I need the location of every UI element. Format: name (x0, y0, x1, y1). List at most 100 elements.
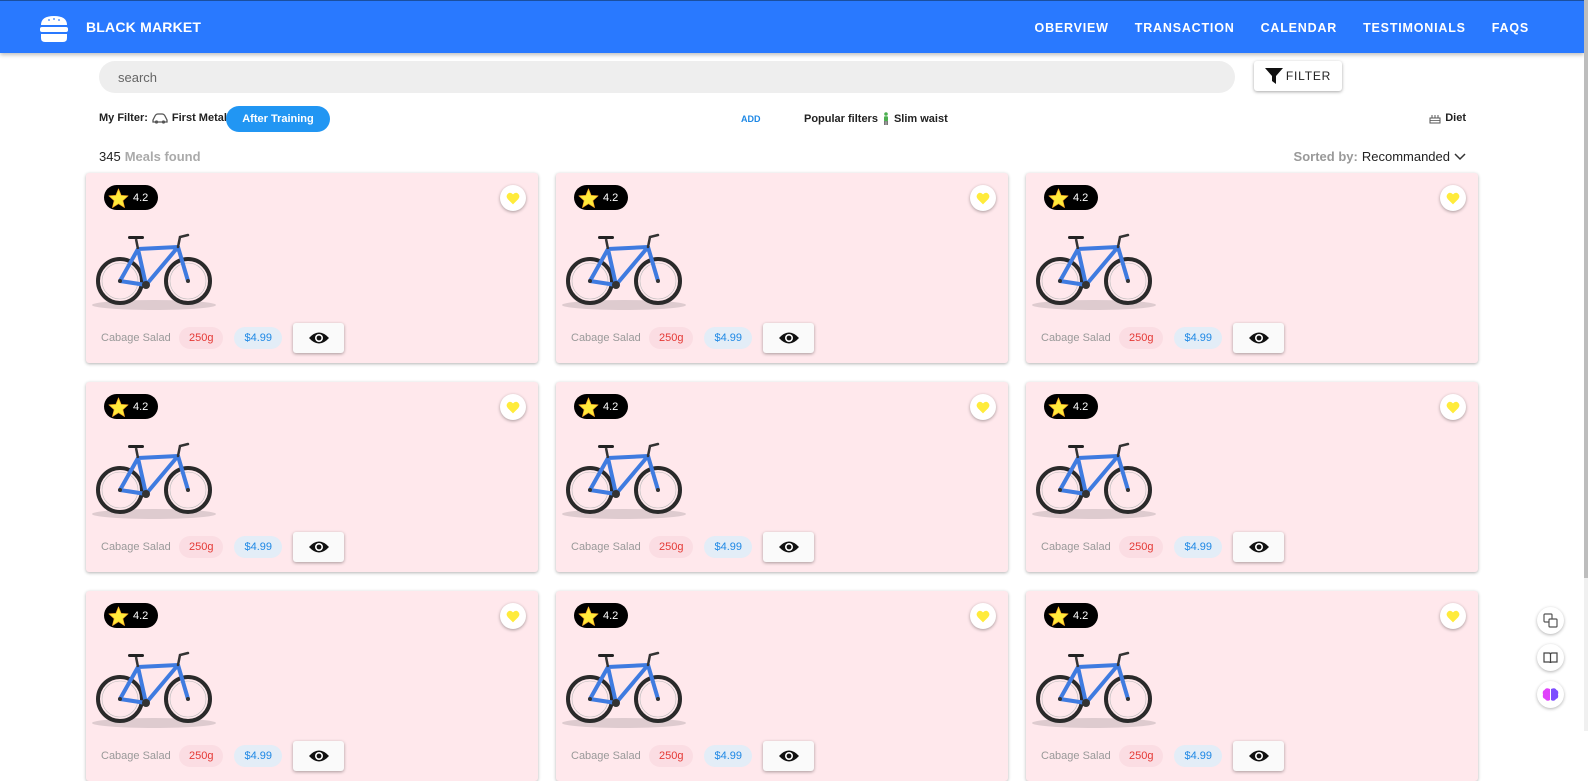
meal-card[interactable]: 4.2 Cabage Salad 250g $4.99 (1026, 382, 1478, 572)
view-button[interactable] (763, 532, 815, 562)
bicycle-image (1032, 233, 1156, 310)
rating-badge: 4.2 (574, 185, 628, 210)
nav-testimonials[interactable]: TESTIMONIALS (1363, 21, 1466, 35)
star-icon (578, 397, 599, 417)
filter-chip-after-training[interactable]: After Training (226, 106, 330, 132)
card-footer: Cabage Salad 250g $4.99 (101, 323, 345, 353)
card-footer: Cabage Salad 250g $4.99 (101, 532, 345, 562)
favorite-button[interactable] (500, 603, 526, 629)
card-footer: Cabage Salad 250g $4.99 (571, 323, 815, 353)
filter-chip-slim-waist[interactable]: Slim waist (894, 113, 948, 125)
reader-button[interactable] (1537, 644, 1564, 671)
card-footer: Cabage Salad 250g $4.99 (1041, 323, 1285, 353)
burger-icon[interactable] (38, 14, 70, 44)
rating-value: 4.2 (133, 400, 149, 413)
nav-faqs[interactable]: FAQS (1492, 21, 1529, 35)
rating-badge: 4.2 (104, 394, 158, 419)
favorite-button[interactable] (500, 185, 526, 211)
results-bar: 345 Meals found Sorted by: Recommanded (99, 149, 1466, 164)
scrollbar-thumb[interactable] (1584, 0, 1588, 578)
brand-title[interactable]: BLACK MARKET (86, 19, 201, 35)
results-count: 345 (99, 149, 121, 164)
heart-icon (1446, 401, 1460, 413)
weight-tag: 250g (179, 327, 224, 349)
brain-icon (1542, 688, 1559, 701)
view-button[interactable] (763, 741, 815, 771)
meal-card[interactable]: 4.2 Cabage Salad 250g $4.99 (556, 173, 1008, 363)
meal-name: Cabage Salad (101, 750, 171, 762)
meal-name: Cabage Salad (101, 332, 171, 344)
view-button[interactable] (293, 741, 345, 771)
meal-card[interactable]: 4.2 Cabage Salad 250g $4.99 (86, 173, 538, 363)
meal-name: Cabage Salad (571, 541, 641, 553)
filter-chip-first-metal[interactable]: First Metal (172, 112, 227, 124)
filter-chip-diet[interactable]: Diet (1429, 112, 1466, 124)
rating-value: 4.2 (133, 191, 149, 204)
card-footer: Cabage Salad 250g $4.99 (571, 532, 815, 562)
nav-calendar[interactable]: CALENDAR (1261, 21, 1338, 35)
bicycle-image (1032, 442, 1156, 519)
nav-transaction[interactable]: TRANSACTION (1135, 21, 1235, 35)
heart-icon (506, 192, 520, 204)
translate-button[interactable] (1537, 607, 1564, 634)
eye-icon (1248, 750, 1269, 762)
price-tag: $4.99 (1174, 536, 1223, 558)
popular-filters-label: Popular filters (804, 112, 878, 125)
add-filter-link[interactable]: ADD (741, 114, 761, 124)
view-button[interactable] (293, 532, 345, 562)
favorite-button[interactable] (970, 185, 996, 211)
favorite-button[interactable] (970, 603, 996, 629)
card-footer: Cabage Salad 250g $4.99 (101, 741, 345, 771)
rating-badge: 4.2 (1044, 394, 1098, 419)
eye-icon (778, 332, 799, 344)
meal-card[interactable]: 4.2 Cabage Salad 250g $4.99 (86, 591, 538, 781)
price-tag: $4.99 (704, 327, 753, 349)
filter-button[interactable]: FILTER (1254, 61, 1342, 91)
view-button[interactable] (1233, 532, 1285, 562)
view-button[interactable] (1233, 741, 1285, 771)
view-button[interactable] (1233, 323, 1285, 353)
assistant-button[interactable] (1537, 681, 1564, 708)
heart-icon (1446, 610, 1460, 622)
favorite-button[interactable] (970, 394, 996, 420)
book-icon (1543, 652, 1558, 664)
app-bar: BLACK MARKET OBERVIEW TRANSACTION CALEND… (0, 0, 1584, 53)
bicycle-image (562, 233, 686, 310)
view-button[interactable] (293, 323, 345, 353)
rating-badge: 4.2 (1044, 603, 1098, 628)
price-tag: $4.99 (234, 745, 283, 767)
price-tag: $4.99 (1174, 327, 1223, 349)
sort-dropdown[interactable]: Sorted by: Recommanded (1294, 149, 1466, 164)
weight-tag: 250g (649, 327, 694, 349)
bicycle-image (1032, 651, 1156, 728)
meal-card[interactable]: 4.2 Cabage Salad 250g $4.99 (556, 591, 1008, 781)
meal-name: Cabage Salad (1041, 750, 1111, 762)
favorite-button[interactable] (1440, 185, 1466, 211)
star-icon (108, 188, 129, 208)
heart-icon (976, 610, 990, 622)
nav-overview[interactable]: OBERVIEW (1035, 21, 1109, 35)
meal-card[interactable]: 4.2 Cabage Salad 250g $4.99 (556, 382, 1008, 572)
meal-card[interactable]: 4.2 Cabage Salad 250g $4.99 (1026, 173, 1478, 363)
favorite-button[interactable] (500, 394, 526, 420)
rating-value: 4.2 (1073, 400, 1089, 413)
view-button[interactable] (763, 323, 815, 353)
price-tag: $4.99 (704, 745, 753, 767)
my-filter: My Filter: First Metal (99, 112, 227, 124)
rating-badge: 4.2 (1044, 185, 1098, 210)
meal-card[interactable]: 4.2 Cabage Salad 250g $4.99 (1026, 591, 1478, 781)
price-tag: $4.99 (1174, 745, 1223, 767)
card-footer: Cabage Salad 250g $4.99 (1041, 532, 1285, 562)
rating-badge: 4.2 (574, 394, 628, 419)
price-tag: $4.99 (704, 536, 753, 558)
meal-name: Cabage Salad (1041, 541, 1111, 553)
rating-value: 4.2 (133, 609, 149, 622)
meal-card[interactable]: 4.2 Cabage Salad 250g $4.99 (86, 382, 538, 572)
side-tools (1537, 607, 1564, 708)
favorite-button[interactable] (1440, 394, 1466, 420)
meal-name: Cabage Salad (1041, 332, 1111, 344)
popular-filters: Popular filters Slim waist (804, 112, 948, 125)
search-input[interactable] (99, 61, 1235, 93)
bicycle-image (92, 233, 216, 310)
favorite-button[interactable] (1440, 603, 1466, 629)
